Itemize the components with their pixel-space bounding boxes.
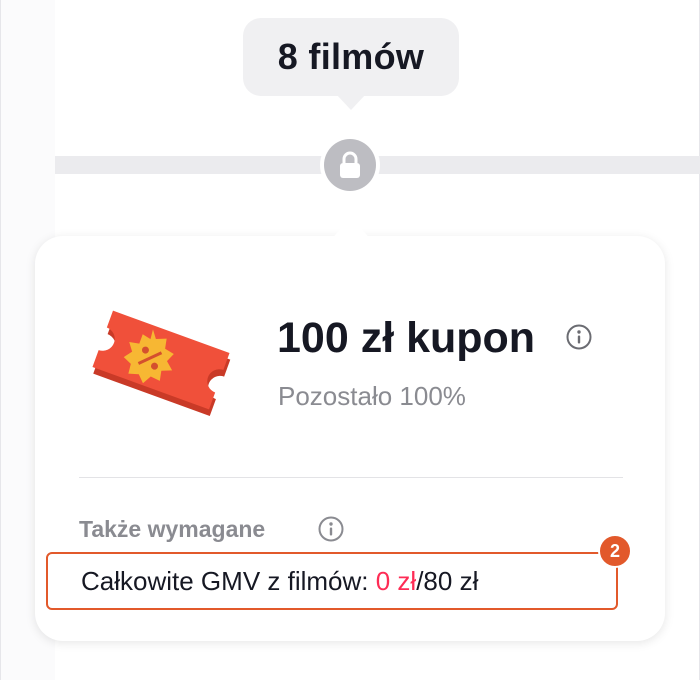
requirement-heading: Także wymagane	[79, 516, 266, 542]
requirement-highlight-box: Całkowite GMV z filmów: 0 zł/80 zł	[46, 552, 618, 610]
coupon-remaining: Pozostało 100%	[278, 381, 466, 411]
divider	[79, 477, 623, 478]
requirement-prefix: Całkowite GMV z filmów:	[81, 565, 376, 596]
page: 8 filmów 100 zł kupon Pozostało 100% Tak…	[0, 0, 700, 680]
lock-icon	[340, 151, 360, 178]
info-icon[interactable]	[317, 515, 345, 543]
milestone-tooltip: 8 filmów	[243, 18, 459, 96]
milestone-label: 8 filmów	[277, 36, 425, 77]
requirement-target-value: /80 zł	[416, 565, 479, 596]
tooltip-tail	[336, 94, 366, 110]
milestone-node[interactable]	[320, 135, 380, 195]
step-number-badge: 2	[598, 534, 632, 568]
card-pointer	[323, 218, 379, 248]
info-icon[interactable]	[565, 323, 593, 351]
coupon-title: 100 zł kupon	[277, 314, 536, 362]
coupon-percent-icon	[92, 310, 231, 417]
requirement-current-value: 0 zł	[375, 565, 417, 596]
